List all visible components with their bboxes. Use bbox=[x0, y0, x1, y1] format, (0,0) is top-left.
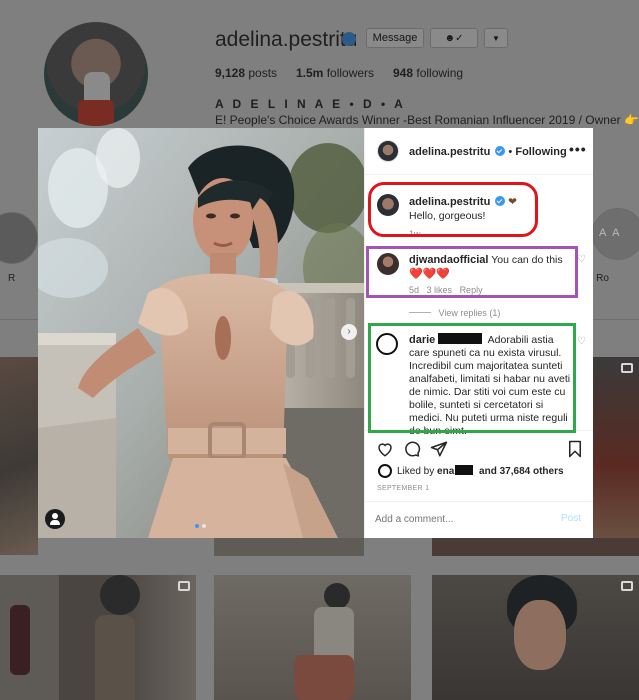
following-count[interactable]: 948 following bbox=[393, 66, 463, 80]
highlight-circle[interactable]: A A bbox=[592, 208, 639, 260]
profile-full-name: A D E L I N A E • D • A bbox=[215, 97, 406, 111]
grid-post-tile[interactable] bbox=[0, 357, 38, 555]
post-header: adelina.pestritu • Following bbox=[409, 146, 567, 158]
liked-by-username[interactable]: ena bbox=[437, 466, 454, 477]
comment-body: darie Adorabili astia care spuneti ca nu… bbox=[409, 333, 575, 438]
brown-heart-icon: ❤ bbox=[508, 196, 517, 208]
carousel-dot bbox=[202, 524, 206, 528]
actions-divider bbox=[365, 430, 593, 431]
followers-count[interactable]: 1.5m followers bbox=[296, 66, 374, 80]
comment-icon[interactable] bbox=[401, 438, 423, 460]
caption-text: Hello, gorgeous! bbox=[409, 210, 486, 222]
grid-post-tile[interactable] bbox=[432, 538, 639, 556]
comment-username[interactable]: djwandaofficial bbox=[409, 254, 488, 266]
following-dropdown-button[interactable]: ☻✓ bbox=[430, 28, 478, 48]
user-tag-icon[interactable] bbox=[45, 509, 65, 529]
caption: adelina.pestritu ❤ Hello, gorgeous! bbox=[409, 195, 529, 223]
comment-body: djwandaofficial You can do this ❤️❤️❤️ bbox=[409, 253, 569, 281]
post-comment-button[interactable]: Post bbox=[561, 513, 581, 524]
grid-post-tile[interactable] bbox=[432, 575, 639, 700]
header-divider bbox=[365, 174, 593, 175]
reply-link[interactable]: Reply bbox=[460, 285, 483, 295]
caption-author-avatar[interactable] bbox=[377, 194, 399, 216]
multiple-posts-icon bbox=[621, 363, 633, 373]
caption-username[interactable]: adelina.pestritu bbox=[409, 196, 490, 208]
comment-like-heart-icon[interactable]: ♡ bbox=[577, 336, 586, 347]
multiple-posts-icon bbox=[178, 581, 190, 591]
profile-username: adelina.pestritu bbox=[215, 28, 358, 51]
multiple-posts-icon bbox=[621, 581, 633, 591]
grid-post-tile[interactable] bbox=[214, 575, 411, 700]
follow-dropdown-icon: ☻✓ bbox=[444, 33, 464, 44]
profile-bio: E! People's Choice Awards Winner -Best R… bbox=[215, 113, 639, 127]
commenter-avatar[interactable] bbox=[377, 253, 399, 275]
post-side-panel: adelina.pestritu • Following ••• adelina… bbox=[364, 128, 593, 538]
view-replies-row[interactable]: View replies (1) bbox=[409, 308, 500, 318]
author-avatar[interactable] bbox=[377, 140, 399, 162]
comment-like-heart-icon[interactable]: ♡ bbox=[577, 254, 586, 265]
more-options-icon[interactable]: ••• bbox=[569, 142, 587, 156]
comment-meta: 5d 3 likes Reply bbox=[409, 285, 483, 295]
grid-post-tile[interactable] bbox=[214, 538, 364, 556]
verified-icon bbox=[495, 196, 506, 206]
grid-post-tile[interactable] bbox=[0, 575, 196, 700]
highlight-label: R bbox=[8, 273, 16, 284]
grid-post-tile[interactable] bbox=[593, 357, 639, 538]
commenter-avatar[interactable] bbox=[376, 333, 398, 355]
next-arrow-icon[interactable]: › bbox=[341, 324, 357, 340]
liker-avatar[interactable] bbox=[378, 464, 392, 478]
heart-icon[interactable] bbox=[374, 438, 396, 460]
share-icon[interactable] bbox=[428, 438, 450, 460]
redacted-name-box bbox=[455, 465, 474, 475]
carousel-dot bbox=[195, 524, 199, 528]
verified-icon bbox=[342, 32, 356, 46]
chevron-down-icon: ▼ bbox=[492, 34, 500, 43]
liked-by-line: Liked by ena and 37,684 others bbox=[397, 465, 564, 477]
more-suggestions-button[interactable]: ▼ bbox=[484, 28, 508, 48]
comment-time: 5d bbox=[409, 285, 420, 295]
highlight-circle[interactable] bbox=[0, 212, 38, 264]
profile-avatar[interactable] bbox=[44, 22, 148, 126]
add-comment-divider bbox=[365, 501, 593, 502]
posts-count: 9,128 posts bbox=[215, 66, 278, 80]
add-comment-input[interactable] bbox=[375, 510, 545, 528]
post-date: SEPTEMBER 1 bbox=[377, 485, 430, 492]
comment-text: Adorabili astia care spuneti ca nu exist… bbox=[409, 334, 571, 437]
comment-text: You can do this bbox=[491, 254, 563, 266]
view-replies-link[interactable]: View replies (1) bbox=[439, 308, 501, 318]
heart-emoji-icon: ❤️❤️❤️ bbox=[409, 268, 451, 280]
redacted-name-box bbox=[438, 333, 483, 344]
post-modal: › adelina.pestritu • Following ••• adeli… bbox=[38, 128, 593, 538]
highlight-badge-text: A A bbox=[599, 227, 622, 239]
message-button[interactable]: Message bbox=[366, 28, 424, 48]
post-photo[interactable]: › bbox=[38, 128, 364, 538]
comment-likes-link[interactable]: 3 likes bbox=[427, 285, 453, 295]
caption-timestamp: 1w bbox=[409, 229, 421, 239]
verified-icon bbox=[495, 146, 506, 156]
post-photo-image bbox=[38, 128, 364, 538]
following-button[interactable]: Following bbox=[515, 146, 566, 158]
liked-by-others[interactable]: and 37,684 others bbox=[479, 466, 563, 477]
comment-username[interactable]: darie bbox=[409, 334, 435, 346]
author-username[interactable]: adelina.pestritu bbox=[409, 146, 490, 158]
bookmark-icon[interactable] bbox=[564, 438, 586, 460]
